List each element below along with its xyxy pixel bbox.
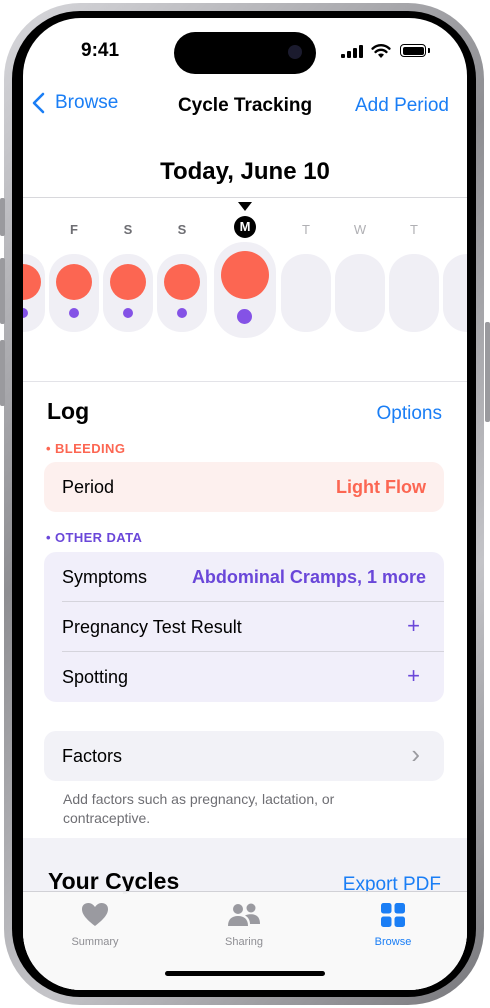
- period-value: Light Flow: [336, 477, 426, 497]
- symptom-dot: [237, 309, 252, 324]
- day-letter-tue: T: [302, 222, 310, 237]
- log-title: Log: [47, 398, 90, 424]
- symptom-dot: [123, 308, 133, 318]
- period-label: Period: [62, 477, 115, 497]
- factors-row[interactable]: Factors ›: [44, 731, 444, 781]
- people-icon: [228, 903, 260, 926]
- heart-icon: [82, 903, 108, 926]
- period-row[interactable]: Period Light Flow: [44, 462, 444, 512]
- spotting-row[interactable]: Spotting +: [44, 652, 444, 702]
- battery-icon: [400, 44, 426, 57]
- period-dot: [56, 264, 92, 300]
- other-data-caption: • OTHER DATA: [46, 530, 143, 545]
- day-cell[interactable]: [23, 254, 45, 332]
- symptoms-row[interactable]: Symptoms Abdominal Cramps, 1 more: [44, 552, 444, 602]
- cellular-signal-icon: [341, 45, 363, 58]
- symptoms-value: Abdominal Cramps, 1 more: [191, 567, 426, 587]
- pregnancy-test-row[interactable]: Pregnancy Test Result +: [44, 602, 444, 652]
- status-time: 9:41: [81, 40, 120, 61]
- bleeding-bullet-icon: •: [46, 441, 51, 456]
- factors-footnote: Add factors such as pregnancy, lactation…: [63, 791, 335, 826]
- volume-up-button: [0, 258, 5, 324]
- day-cell-sun[interactable]: [157, 254, 207, 332]
- other-data-bullet-icon: •: [46, 530, 51, 545]
- day-cell-thu[interactable]: [389, 254, 439, 332]
- tab-summary[interactable]: Summary: [35, 902, 155, 948]
- period-dot: [23, 264, 41, 300]
- symptom-dot: [177, 308, 187, 318]
- tab-sharing-label: Sharing: [225, 936, 263, 948]
- options-button[interactable]: Options: [377, 403, 442, 425]
- volume-down-button: [0, 340, 5, 406]
- symptoms-label: Symptoms: [62, 567, 148, 587]
- add-spotting-icon[interactable]: +: [407, 665, 420, 687]
- today-badge: M: [234, 216, 256, 238]
- day-letter-sun: S: [177, 222, 187, 237]
- action-button: [0, 198, 5, 236]
- period-dot: [221, 251, 269, 299]
- add-period-button[interactable]: Add Period: [355, 95, 449, 117]
- today-pointer-icon: [238, 202, 252, 211]
- grid-icon: [381, 903, 405, 927]
- week-strip[interactable]: F S S M T W T: [23, 198, 467, 384]
- day-letter-wed: W: [353, 222, 367, 237]
- add-pregnancy-test-icon[interactable]: +: [407, 615, 420, 637]
- day-cell-tue[interactable]: [281, 254, 331, 332]
- pregnancy-test-label: Pregnancy Test Result: [62, 617, 242, 637]
- wifi-icon: [371, 44, 391, 58]
- day-letter-fri: F: [70, 222, 78, 237]
- day-cell-wed[interactable]: [335, 254, 385, 332]
- day-letter-thu: T: [410, 222, 418, 237]
- power-button: [485, 322, 490, 422]
- symptom-dot: [69, 308, 79, 318]
- tab-browse-label: Browse: [374, 936, 412, 948]
- tab-summary-label: Summary: [71, 936, 119, 948]
- front-camera: [288, 45, 302, 59]
- date-title: Today, June 10: [160, 158, 330, 185]
- day-cell-sat[interactable]: [103, 254, 153, 332]
- tab-browse[interactable]: Browse: [333, 902, 453, 948]
- dynamic-island: [174, 32, 316, 74]
- bleeding-caption: • BLEEDING: [46, 441, 126, 456]
- home-indicator[interactable]: [165, 971, 325, 976]
- other-data-card: Symptoms Abdominal Cramps, 1 more Pregna…: [44, 552, 444, 702]
- day-cell-today[interactable]: [214, 242, 276, 338]
- calendar-bottom-divider: [23, 381, 467, 382]
- symptom-dot: [23, 308, 28, 318]
- spotting-label: Spotting: [62, 667, 129, 687]
- today-marker: M: [233, 202, 257, 238]
- factors-label: Factors: [62, 746, 123, 766]
- period-dot: [164, 264, 200, 300]
- day-letter-sat: S: [123, 222, 133, 237]
- screen: 9:41 Browse Cycle Tracking Add Period To…: [23, 18, 467, 990]
- tab-sharing[interactable]: Sharing: [184, 902, 304, 948]
- day-cell[interactable]: [443, 254, 467, 332]
- day-cell-fri[interactable]: [49, 254, 99, 332]
- chevron-right-icon: ›: [411, 739, 420, 769]
- period-dot: [110, 264, 146, 300]
